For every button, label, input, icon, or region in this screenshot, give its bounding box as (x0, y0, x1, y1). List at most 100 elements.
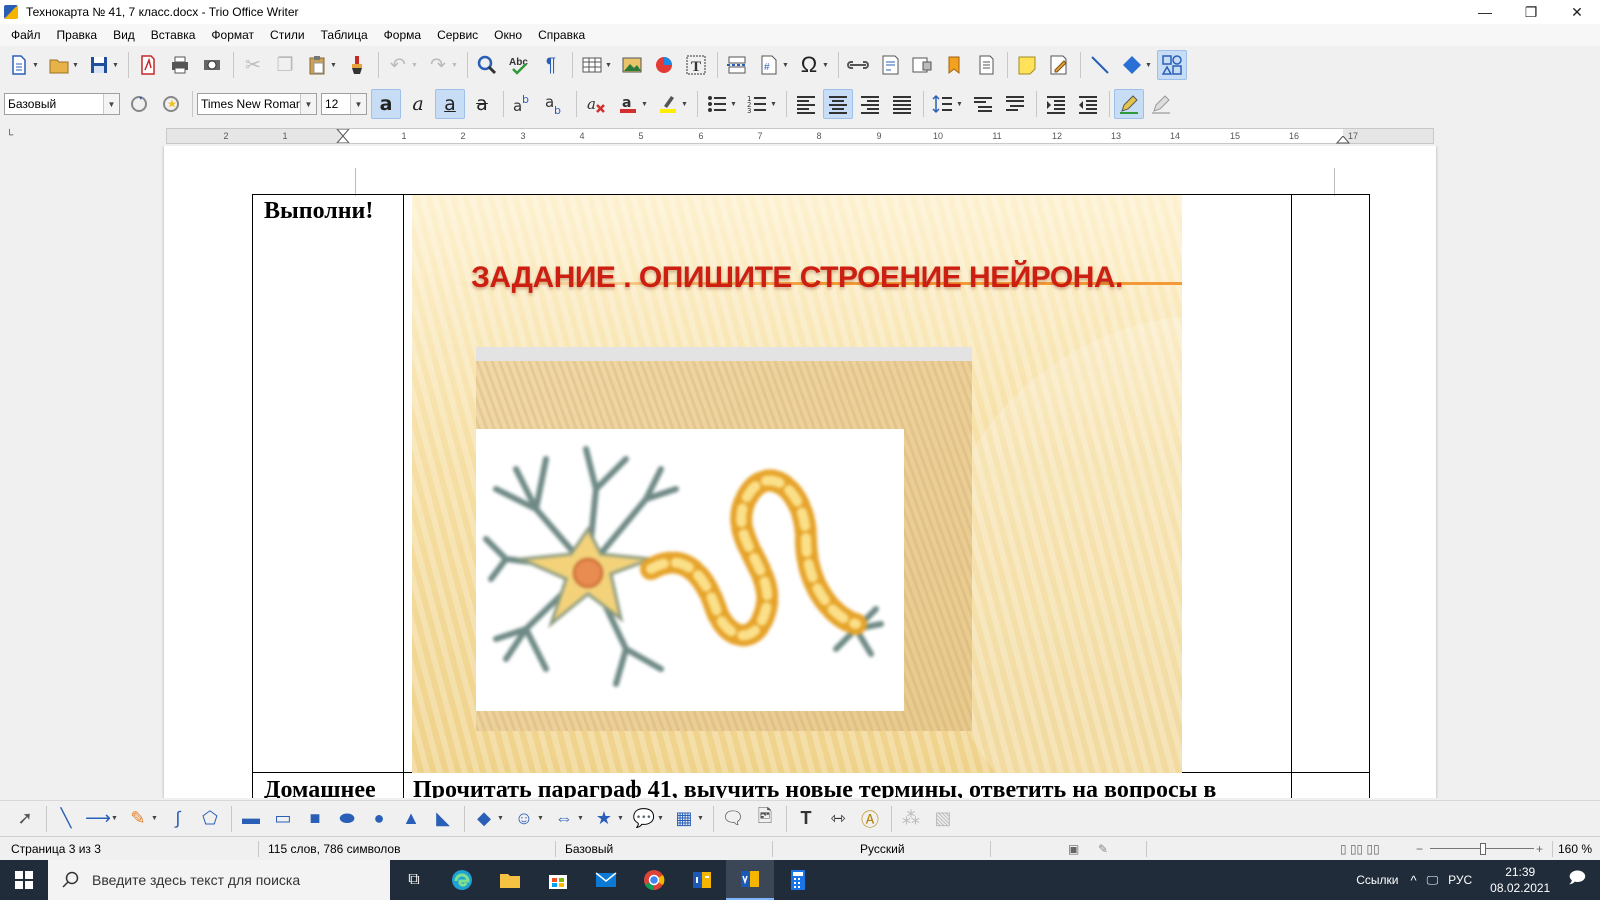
insert-table-button[interactable] (577, 50, 607, 80)
bullet-list-button[interactable] (702, 89, 732, 119)
neuron-slide-image[interactable]: ЗАДАНИЕ . ОПИШИТЕ СТРОЕНИЕ НЕЙРОНА. (412, 195, 1182, 773)
font-color-button[interactable]: a (613, 89, 643, 119)
chevron-down-icon[interactable]: ▼ (617, 815, 625, 822)
trio-office-app[interactable] (678, 860, 726, 900)
cut-button[interactable]: ✂ (238, 50, 268, 80)
cross-reference-button[interactable] (971, 50, 1001, 80)
chevron-down-icon[interactable]: ▼ (300, 94, 316, 114)
freeform-line-button[interactable]: ✎ (123, 804, 153, 834)
edit-mode-off-button[interactable] (1146, 89, 1176, 119)
zoom-level[interactable]: 160 % (1558, 837, 1592, 861)
chevron-down-icon[interactable]: ▼ (151, 815, 159, 822)
task-label[interactable]: Выполни! (264, 198, 373, 225)
start-button[interactable] (0, 860, 48, 900)
edge-app[interactable] (438, 860, 486, 900)
insert-comment-button[interactable] (1012, 50, 1042, 80)
ellipse-button[interactable]: ⬬ (332, 804, 362, 834)
insert-mode-icon[interactable]: ▣ (1068, 837, 1079, 861)
store-app[interactable] (534, 860, 582, 900)
homework-label[interactable]: Домашнее (264, 777, 376, 798)
new-style-button[interactable] (156, 89, 186, 119)
new-document-button[interactable] (4, 50, 34, 80)
menu-tools[interactable]: Сервис (429, 28, 486, 42)
chevron-down-icon[interactable]: ▼ (32, 62, 40, 69)
triangle-button[interactable]: ▲ (396, 804, 426, 834)
left-indent-marker[interactable] (336, 129, 350, 143)
calculator-app[interactable] (774, 860, 822, 900)
right-indent-marker[interactable] (1336, 136, 1350, 144)
find-replace-button[interactable] (472, 50, 502, 80)
decrease-indent-button[interactable] (1073, 89, 1103, 119)
save-button[interactable] (84, 50, 114, 80)
select-button[interactable]: ➚ (10, 804, 40, 834)
fit-text-button[interactable]: ⇿ (823, 804, 853, 834)
task-view-button[interactable]: ⧉ (390, 860, 438, 900)
chevron-down-icon[interactable]: ▼ (411, 62, 419, 69)
bold-button[interactable]: a (371, 89, 401, 119)
chevron-down-icon[interactable]: ▼ (350, 94, 366, 114)
align-left-button[interactable] (791, 89, 821, 119)
chevron-down-icon[interactable]: ▼ (822, 62, 830, 69)
insert-callout-button[interactable]: 🗨 (718, 804, 748, 834)
subscript-button[interactable]: ab (540, 89, 570, 119)
menu-view[interactable]: Вид (105, 28, 143, 42)
insert-image-draw-button[interactable]: 🖻 (750, 804, 780, 834)
open-button[interactable] (44, 50, 74, 80)
maximize-button[interactable]: ❐ (1508, 0, 1554, 24)
homework-text[interactable]: Прочитать параграф 41, выучить новые тер… (413, 777, 1216, 798)
hyperlink-button[interactable] (843, 50, 873, 80)
block-arrows-button[interactable]: ⇔ (549, 804, 579, 834)
print-preview-button[interactable] (197, 50, 227, 80)
minimize-button[interactable]: — (1462, 0, 1508, 24)
right-triangle-button[interactable]: ◣ (428, 804, 458, 834)
align-center-button[interactable] (823, 89, 853, 119)
chevron-down-icon[interactable]: ▼ (497, 815, 505, 822)
chevron-down-icon[interactable]: ▼ (681, 101, 689, 108)
menu-format[interactable]: Формат (203, 28, 262, 42)
redo-button[interactable]: ↷ (423, 50, 453, 80)
stars-button[interactable]: ★ (589, 804, 619, 834)
numbered-list-button[interactable]: 123 (742, 89, 772, 119)
insert-chart-button[interactable] (649, 50, 679, 80)
highlight-color-button[interactable] (653, 89, 683, 119)
rounded-rectangle-button[interactable]: ▭ (268, 804, 298, 834)
chevron-down-icon[interactable]: ▼ (657, 815, 665, 822)
clear-formatting-button[interactable]: a (581, 89, 611, 119)
callouts-button[interactable]: 💬 (629, 804, 659, 834)
document-modified-icon[interactable]: ✎ (1098, 837, 1108, 861)
chrome-app[interactable] (630, 860, 678, 900)
insert-textbox-button[interactable]: T (681, 50, 711, 80)
symbol-shapes-button[interactable]: ☺ (509, 804, 539, 834)
word-count[interactable]: 115 слов, 786 символов (268, 837, 400, 861)
bookmark-button[interactable] (939, 50, 969, 80)
line-spacing-button[interactable] (928, 89, 958, 119)
zoom-in-icon[interactable]: + (1536, 837, 1543, 861)
chevron-down-icon[interactable]: ▼ (770, 101, 778, 108)
decrease-paragraph-spacing-button[interactable] (1000, 89, 1030, 119)
file-explorer-app[interactable] (486, 860, 534, 900)
taskbar-search[interactable]: Введите здесь текст для поиска (48, 860, 390, 900)
increase-paragraph-spacing-button[interactable] (968, 89, 998, 119)
chevron-down-icon[interactable]: ▼ (956, 101, 964, 108)
zoom-slider-handle[interactable] (1480, 843, 1486, 855)
square-button[interactable]: ■ (300, 804, 330, 834)
view-layout-icon[interactable]: ▯ ▯▯ ▯▯ (1340, 837, 1380, 861)
polygon-button[interactable]: ⬠ (195, 804, 225, 834)
italic-button[interactable]: a (403, 89, 433, 119)
chevron-up-icon[interactable]: ^ (1410, 873, 1416, 888)
input-language[interactable]: РУС (1448, 873, 1472, 887)
toggle-points-button[interactable]: ⁂ (896, 804, 926, 834)
chevron-down-icon[interactable]: ▼ (112, 62, 120, 69)
basic-shapes-button[interactable]: ◆ (469, 804, 499, 834)
footnote-button[interactable] (875, 50, 905, 80)
menu-file[interactable]: Файл (3, 28, 49, 42)
clone-formatting-button[interactable] (342, 50, 372, 80)
chevron-down-icon[interactable]: ▼ (103, 94, 119, 114)
chevron-down-icon[interactable]: ▼ (782, 62, 790, 69)
notifications-icon[interactable]: 🗩 (1568, 867, 1586, 894)
export-pdf-button[interactable] (133, 50, 163, 80)
page-count[interactable]: Страница 3 из 3 (11, 837, 101, 861)
underline-button[interactable]: a (435, 89, 465, 119)
fontwork-button[interactable]: Ⓐ (855, 804, 885, 834)
superscript-button[interactable]: ab (508, 89, 538, 119)
